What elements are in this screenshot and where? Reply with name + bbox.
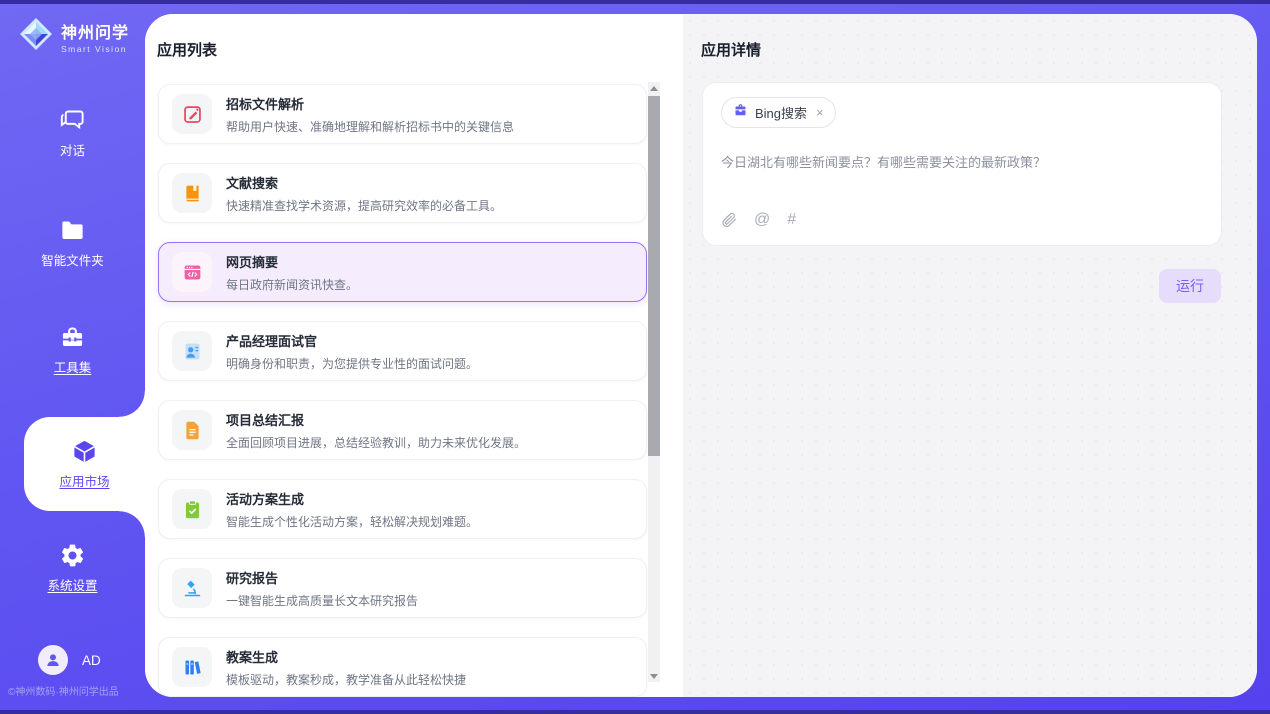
app-card-desc: 模板驱动，教案秒成，教学准备从此轻松快捷 (226, 671, 466, 688)
sidebar: 神州问学 Smart Vision 对话智能文件夹工具集应用市场系统设置 AD … (0, 4, 145, 710)
at-icon[interactable]: @ (754, 211, 770, 229)
app-background: 神州问学 Smart Vision 对话智能文件夹工具集应用市场系统设置 AD … (0, 4, 1270, 710)
brand-name: 神州问学 (61, 19, 129, 43)
person-icon (44, 651, 62, 669)
app-card-title: 产品经理面试官 (226, 331, 478, 350)
books-icon (172, 647, 212, 687)
clipboard-check-icon (172, 489, 212, 529)
scrollbar-thumb[interactable] (648, 96, 660, 456)
scrollbar[interactable] (648, 82, 660, 682)
app-card[interactable]: 教案生成模板驱动，教案秒成，教学准备从此轻松快捷 (158, 637, 647, 697)
app-detail-title: 应用详情 (701, 39, 761, 60)
app-card-title: 网页摘要 (226, 252, 358, 271)
app-card[interactable]: 网页摘要每日政府新闻资讯快查。 (158, 242, 647, 302)
hash-icon[interactable]: # (787, 211, 796, 229)
sidebar-item-label: 工具集 (54, 357, 92, 376)
sidebar-item-3[interactable]: 工具集 (0, 324, 145, 376)
app-list-panel: 应用列表 招标文件解析帮助用户快速、准确地理解和解析招标书中的关键信息文献搜索快… (145, 14, 683, 697)
sidebar-footer: ©神州数码·神州问学出品 (8, 683, 119, 698)
app-list-title: 应用列表 (157, 39, 217, 60)
app-card-title: 研究报告 (226, 568, 418, 587)
sidebar-item-5[interactable]: 系统设置 (0, 542, 145, 594)
app-card[interactable]: 招标文件解析帮助用户快速、准确地理解和解析招标书中的关键信息 (158, 84, 647, 144)
report-note-icon (172, 410, 212, 450)
app-card-desc: 帮助用户快速、准确地理解和解析招标书中的关键信息 (226, 118, 514, 135)
app-card-title: 项目总结汇报 (226, 410, 526, 429)
briefcase-icon (733, 103, 748, 123)
app-card[interactable]: 活动方案生成智能生成个性化活动方案，轻松解决规划难题。 (158, 479, 647, 539)
main-panel: 应用列表 招标文件解析帮助用户快速、准确地理解和解析招标书中的关键信息文献搜索快… (145, 14, 1257, 697)
doc-edit-icon (172, 94, 212, 134)
prompt-card: Bing搜索 × 今日湖北有哪些新闻要点？有哪些需要关注的最新政策？ @ # (702, 82, 1222, 246)
tool-chip-label: Bing搜索 (755, 103, 807, 122)
run-button[interactable]: 运行 (1159, 269, 1221, 303)
sidebar-item-4[interactable]: 应用市场 (24, 417, 145, 511)
user-row[interactable]: AD (38, 645, 101, 675)
scroll-up-arrow[interactable] (648, 82, 660, 94)
app-card[interactable]: 研究报告一键智能生成高质量长文本研究报告 (158, 558, 647, 618)
sidebar-item-2[interactable]: 智能文件夹 (0, 217, 145, 269)
toolbox-icon (59, 324, 86, 351)
diamond-logo-icon (18, 16, 54, 57)
app-window: 神州问学 Smart Vision 对话智能文件夹工具集应用市场系统设置 AD … (0, 0, 1270, 714)
browser-code-icon (172, 252, 212, 292)
chip-close-icon[interactable]: × (816, 105, 824, 120)
app-card-desc: 智能生成个性化活动方案，轻松解决规划难题。 (226, 513, 478, 530)
brand-logo: 神州问学 Smart Vision (18, 16, 129, 57)
paperclip-icon[interactable] (721, 212, 737, 228)
sidebar-item-label: 系统设置 (47, 575, 97, 594)
app-card[interactable]: 项目总结汇报全面回顾项目进展，总结经验教训，助力未来优化发展。 (158, 400, 647, 460)
attachment-toolbar: @ # (721, 211, 796, 229)
avatar (38, 645, 68, 675)
app-card-title: 教案生成 (226, 647, 466, 666)
app-card-title: 活动方案生成 (226, 489, 478, 508)
app-card-title: 文献搜索 (226, 173, 502, 192)
app-card-desc: 明确身份和职责，为您提供专业性的面试问题。 (226, 355, 478, 372)
user-initials: AD (82, 653, 101, 668)
microscope-icon (172, 568, 212, 608)
app-card-title: 招标文件解析 (226, 94, 514, 113)
app-card-desc: 一键智能生成高质量长文本研究报告 (226, 592, 418, 609)
app-card-list: 招标文件解析帮助用户快速、准确地理解和解析招标书中的关键信息文献搜索快速精准查找… (158, 84, 647, 697)
app-card-desc: 快速精准查找学术资源，提高研究效率的必备工具。 (226, 197, 502, 214)
chat-icon (59, 107, 86, 134)
scroll-down-arrow[interactable] (648, 670, 660, 682)
tool-chip[interactable]: Bing搜索 × (721, 97, 836, 128)
app-card[interactable]: 产品经理面试官明确身份和职责，为您提供专业性的面试问题。 (158, 321, 647, 381)
folder-icon (59, 217, 86, 244)
interviewer-icon (172, 331, 212, 371)
book-icon (172, 173, 212, 213)
sidebar-item-label: 应用市场 (59, 471, 109, 490)
cube-icon (71, 438, 98, 465)
sidebar-item-1[interactable]: 对话 (0, 107, 145, 159)
app-detail-panel: 应用详情 Bing搜索 × 今日湖北有哪些新闻要点？有哪些需要关注的最新政策？ (683, 14, 1257, 697)
app-card[interactable]: 文献搜索快速精准查找学术资源，提高研究效率的必备工具。 (158, 163, 647, 223)
gear-icon (59, 542, 86, 569)
query-text[interactable]: 今日湖北有哪些新闻要点？有哪些需要关注的最新政策？ (721, 152, 1203, 171)
sidebar-item-label: 智能文件夹 (41, 250, 104, 269)
app-card-desc: 每日政府新闻资讯快查。 (226, 276, 358, 293)
app-card-desc: 全面回顾项目进展，总结经验教训，助力未来优化发展。 (226, 434, 526, 451)
sidebar-item-label: 对话 (60, 140, 85, 159)
brand-subtitle: Smart Vision (61, 44, 129, 54)
